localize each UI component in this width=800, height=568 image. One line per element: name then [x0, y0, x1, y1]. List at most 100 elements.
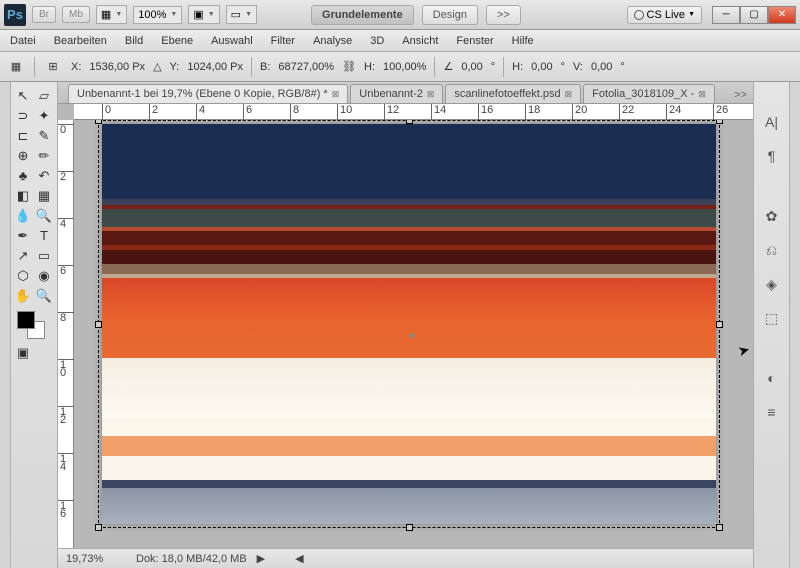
hh-value[interactable]: 0,00 [531, 61, 552, 73]
maximize-button[interactable]: ▢ [740, 6, 768, 24]
wand-tool[interactable]: ✦ [34, 106, 54, 125]
tabs-overflow[interactable]: >> [728, 87, 753, 103]
clone-panel-icon[interactable]: ⎌ [761, 240, 783, 260]
path-tool[interactable]: ↗ [13, 246, 33, 265]
color-swatches[interactable] [13, 311, 55, 339]
status-zoom[interactable]: 19,73% [66, 553, 126, 565]
tab-2[interactable]: scanlinefotoeffekt.psd⊠ [445, 84, 581, 103]
marquee-tool[interactable]: ▱ [34, 86, 54, 105]
cslive-button[interactable]: CS Live▼ [627, 6, 702, 24]
menu-ebene[interactable]: Ebene [161, 35, 193, 47]
canvas[interactable]: ✦ ➤ [74, 120, 753, 548]
right-panel-dock: A| ¶ ✿ ⎌ ◈ ⬚ ◐ ≡ [753, 82, 789, 568]
workspace-design[interactable]: Design [422, 5, 478, 25]
right-dock-edge[interactable] [789, 82, 800, 568]
gradient-tool[interactable]: ▦ [34, 186, 54, 205]
angle-icon: ∠ [443, 60, 453, 73]
hand-tool[interactable]: ✋ [13, 286, 33, 305]
stamp-tool[interactable]: ♣ [13, 166, 33, 185]
close-icon[interactable]: ⊠ [332, 89, 340, 100]
statusbar: 19,73% Dok: 18,0 MB/42,0 MB ▶ ◀ [58, 548, 753, 568]
main-area: ↖▱ ⊃✦ ⊏✎ ⊕✏ ♣↶ ◧▦ 💧🔍 ✒T ↗▭ ⬡◉ ✋🔍 ▣ Unben… [0, 82, 800, 568]
left-dock[interactable] [0, 82, 11, 568]
minimize-button[interactable]: ─ [712, 6, 740, 24]
zoom-dropdown[interactable]: 100% [133, 6, 182, 24]
menu-bearbeiten[interactable]: Bearbeiten [54, 35, 107, 47]
lasso-tool[interactable]: ⊃ [13, 106, 33, 125]
handle-tr[interactable] [716, 120, 723, 124]
close-icon[interactable]: ⊠ [698, 89, 706, 100]
character-panel-icon[interactable]: A| [761, 112, 783, 132]
handle-bc[interactable] [406, 524, 413, 531]
menu-hilfe[interactable]: Hilfe [512, 35, 534, 47]
pen-tool[interactable]: ✒ [13, 226, 33, 245]
menu-analyse[interactable]: Analyse [313, 35, 352, 47]
handle-bl[interactable] [95, 524, 102, 531]
tab-1[interactable]: Unbenannt-2⊠ [350, 84, 443, 103]
dodge-tool[interactable]: 🔍 [34, 206, 54, 225]
deg-2: ° [561, 61, 565, 73]
history-tool[interactable]: ↶ [34, 166, 54, 185]
menu-fenster[interactable]: Fenster [456, 35, 493, 47]
zoom-tool[interactable]: 🔍 [34, 286, 54, 305]
blur-tool[interactable]: 💧 [13, 206, 33, 225]
quickmask-tool[interactable]: ▣ [13, 343, 33, 362]
delta-icon[interactable]: △ [153, 60, 161, 73]
tab-3[interactable]: Fotolia_3018109_X -⊠ [583, 84, 715, 103]
arrange-dropdown[interactable]: ▣ [188, 5, 219, 24]
menu-auswahl[interactable]: Auswahl [211, 35, 253, 47]
menu-filter[interactable]: Filter [271, 35, 295, 47]
close-button[interactable]: ✕ [768, 6, 796, 24]
close-icon[interactable]: ⊠ [565, 89, 573, 100]
heal-tool[interactable]: ⊕ [13, 146, 33, 165]
h-value[interactable]: 100,00% [383, 61, 426, 73]
handle-ml[interactable] [95, 321, 102, 328]
transform-icon[interactable]: ▦ [6, 57, 26, 77]
brush-panel-icon[interactable]: ✿ [761, 206, 783, 226]
status-arrow-icon[interactable]: ▶ [257, 552, 265, 565]
handle-mr[interactable] [716, 321, 723, 328]
eraser-tool[interactable]: ◧ [13, 186, 33, 205]
brush-tool[interactable]: ✏ [34, 146, 54, 165]
ruler-horizontal[interactable]: 02468101214161820222426 [74, 104, 753, 120]
refpoint-icon[interactable]: ⊞ [43, 57, 63, 77]
cursor-icon: ➤ [736, 341, 752, 360]
link-icon[interactable]: ⛓ [342, 60, 356, 73]
handle-br[interactable] [716, 524, 723, 531]
fg-color[interactable] [17, 311, 35, 329]
b-value[interactable]: 68727,00% [278, 61, 334, 73]
adjust-panel-icon[interactable]: ◐ [761, 368, 783, 388]
view-extras-dropdown[interactable]: ▦ [96, 5, 127, 24]
menu-bild[interactable]: Bild [125, 35, 143, 47]
workspace-grundelemente[interactable]: Grundelemente [311, 5, 414, 25]
close-icon[interactable]: ⊠ [427, 89, 435, 100]
menu-3d[interactable]: 3D [370, 35, 384, 47]
styles-panel-icon[interactable]: ◈ [761, 274, 783, 294]
eyedropper-tool[interactable]: ✎ [34, 126, 54, 145]
v-value[interactable]: 0,00 [591, 61, 612, 73]
handle-tl[interactable] [95, 120, 102, 124]
type-tool[interactable]: T [34, 226, 54, 245]
ruler-vertical[interactable]: 024681 01 21 41 6 [58, 120, 74, 548]
y-value[interactable]: 1024,00 Px [187, 61, 243, 73]
scroll-left-icon[interactable]: ◀ [295, 552, 303, 565]
shape-tool[interactable]: ▭ [34, 246, 54, 265]
minibridge-button[interactable]: Mb [62, 6, 90, 23]
nav-panel-icon[interactable]: ⬚ [761, 308, 783, 328]
workspace-more[interactable]: >> [486, 5, 521, 25]
crop-tool[interactable]: ⊏ [13, 126, 33, 145]
tab-0[interactable]: Unbenannt-1 bei 19,7% (Ebene 0 Kopie, RG… [68, 84, 348, 103]
3d-tool[interactable]: ⬡ [13, 266, 33, 285]
screenmode-dropdown[interactable]: ▭ [226, 5, 257, 24]
paragraph-panel-icon[interactable]: ¶ [761, 146, 783, 166]
angle-value[interactable]: 0,00 [461, 61, 482, 73]
menu-ansicht[interactable]: Ansicht [402, 35, 438, 47]
menu-datei[interactable]: Datei [10, 35, 36, 47]
deg-3: ° [620, 61, 624, 73]
bridge-button[interactable]: Br [32, 6, 56, 23]
camera-tool[interactable]: ◉ [34, 266, 54, 285]
move-tool[interactable]: ↖ [13, 86, 33, 105]
layers-panel-icon[interactable]: ≡ [761, 402, 783, 422]
status-dok[interactable]: Dok: 18,0 MB/42,0 MB [136, 553, 247, 565]
x-value[interactable]: 1536,00 Px [89, 61, 145, 73]
